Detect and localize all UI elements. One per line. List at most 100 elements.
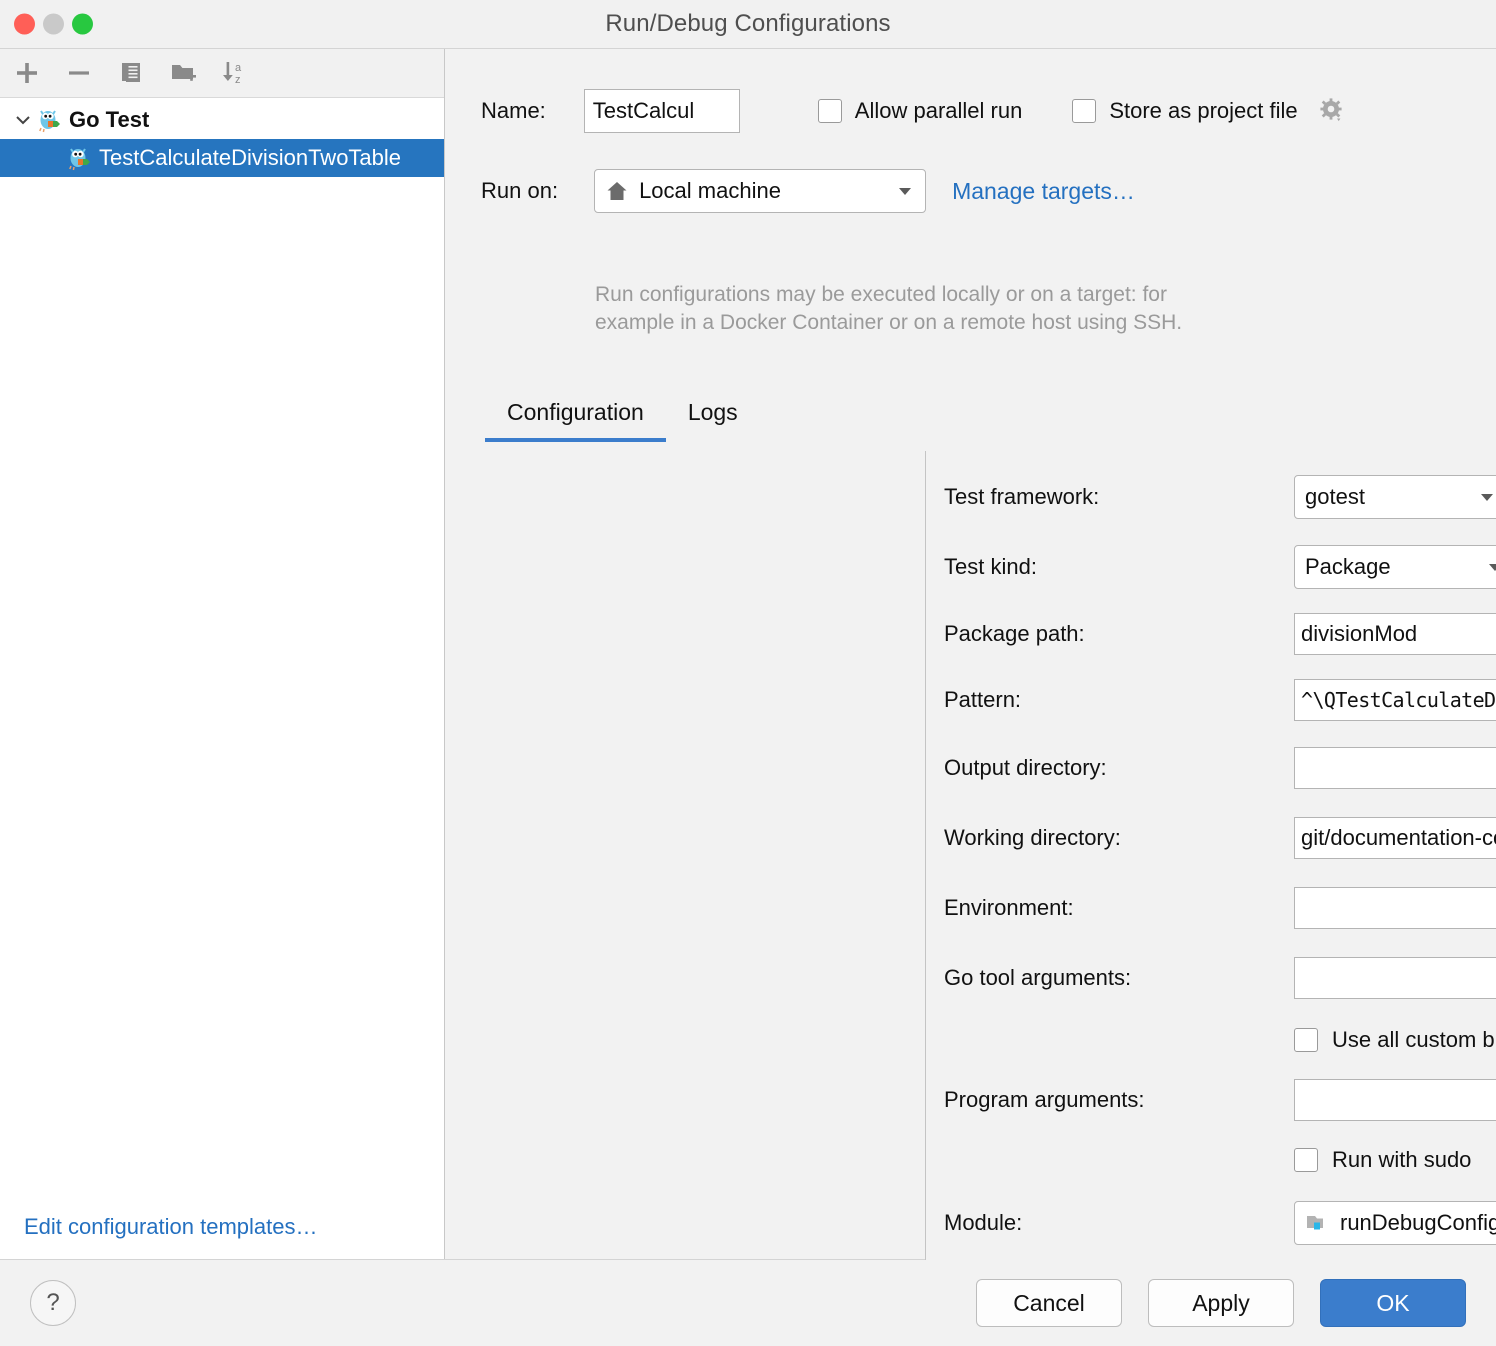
- name-row: Name: TestCalcul Allow parallel run Stor…: [481, 89, 1347, 133]
- test-framework-dropdown[interactable]: gotest: [1294, 475, 1496, 519]
- use-all-custom-build-tags-checkbox[interactable]: [1294, 1028, 1318, 1052]
- dialog-footer: ? Cancel Apply OK: [0, 1260, 1496, 1346]
- tree-item-test-calculate-division-two-table[interactable]: TestCalculateDivisionTwoTable: [0, 139, 444, 177]
- output-directory-label: Output directory:: [944, 755, 1294, 781]
- svg-text:z: z: [235, 74, 241, 86]
- apply-button-label: Apply: [1192, 1290, 1250, 1317]
- tab-logs[interactable]: Logs: [666, 391, 760, 442]
- store-as-project-file-checkbox-row[interactable]: Store as project file: [1072, 96, 1346, 126]
- run-on-row: Run on: Local machine Manage targets…: [481, 169, 1135, 213]
- configurations-pane: a z: [0, 49, 445, 1259]
- pattern-value: ^\QTestCalculateDivisionTwoTable\E$: [1301, 688, 1496, 712]
- apply-button[interactable]: Apply: [1148, 1279, 1294, 1327]
- close-window-button[interactable]: [14, 14, 35, 35]
- environment-input[interactable]: [1294, 887, 1496, 929]
- copy-configuration-button[interactable]: [116, 58, 146, 88]
- output-directory-input[interactable]: [1294, 747, 1496, 789]
- configurations-tree[interactable]: Go Test: [0, 98, 444, 1195]
- test-kind-value: Package: [1305, 554, 1391, 580]
- chevron-down-icon[interactable]: [1477, 487, 1496, 507]
- module-dropdown[interactable]: runDebugConfigurationsForTests: [1294, 1201, 1496, 1245]
- allow-parallel-run-checkbox-row[interactable]: Allow parallel run: [818, 98, 1023, 124]
- go-tool-arguments-input[interactable]: [1294, 957, 1496, 999]
- environment-label: Environment:: [944, 895, 1294, 921]
- chevron-down-icon[interactable]: [1485, 557, 1496, 577]
- go-tool-arguments-label: Go tool arguments:: [944, 965, 1294, 991]
- cancel-button[interactable]: Cancel: [976, 1279, 1122, 1327]
- remove-configuration-button[interactable]: [64, 58, 94, 88]
- allow-parallel-run-checkbox[interactable]: [818, 99, 842, 123]
- run-on-hint-line1: Run configurations may be executed local…: [595, 281, 1295, 309]
- test-kind-label: Test kind:: [944, 554, 1294, 580]
- chevron-down-icon[interactable]: [10, 110, 36, 130]
- dialog-body: a z: [0, 49, 1496, 1260]
- package-path-value: divisionMod: [1301, 621, 1496, 647]
- manage-targets-link[interactable]: Manage targets…: [952, 178, 1135, 205]
- pattern-label: Pattern:: [944, 687, 1294, 713]
- sort-az-icon[interactable]: a z: [220, 58, 250, 88]
- tab-logs-label: Logs: [688, 399, 738, 425]
- module-folder-icon: [1305, 1210, 1331, 1236]
- go-gopher-icon: [66, 145, 92, 171]
- chevron-down-icon[interactable]: [879, 181, 915, 201]
- run-with-sudo-row[interactable]: Run with sudo: [1294, 1147, 1471, 1173]
- tab-configuration[interactable]: Configuration: [485, 391, 666, 442]
- program-arguments-input[interactable]: [1294, 1079, 1496, 1121]
- pattern-row: Pattern: ^\QTestCalculateDivisionTwoTabl…: [944, 679, 1496, 721]
- use-all-custom-build-tags-label: Use all custom build tags: [1332, 1027, 1496, 1053]
- pattern-input[interactable]: ^\QTestCalculateDivisionTwoTable\E$: [1294, 679, 1496, 721]
- left-pane-footer: Edit configuration templates…: [0, 1195, 444, 1259]
- program-arguments-label: Program arguments:: [944, 1087, 1294, 1113]
- tab-configuration-label: Configuration: [507, 399, 644, 425]
- name-input[interactable]: TestCalcul: [584, 89, 740, 133]
- module-value: runDebugConfigurationsForTests: [1340, 1210, 1496, 1236]
- add-configuration-button[interactable]: [12, 58, 42, 88]
- name-input-value: TestCalcul: [593, 98, 694, 124]
- help-button[interactable]: ?: [30, 1280, 76, 1326]
- gear-dropdown-icon[interactable]: [1317, 96, 1347, 126]
- run-on-value: Local machine: [639, 178, 781, 204]
- working-directory-input[interactable]: git/documentation-code-examples/runDeb: [1294, 817, 1496, 859]
- working-directory-value: git/documentation-code-examples/runDeb: [1301, 825, 1496, 851]
- run-on-dropdown[interactable]: Local machine: [594, 169, 926, 213]
- window-title: Run/Debug Configurations: [605, 10, 890, 38]
- test-framework-label: Test framework:: [944, 484, 1294, 510]
- store-as-project-file-checkbox[interactable]: [1072, 99, 1096, 123]
- window-controls: [14, 14, 93, 35]
- ok-button[interactable]: OK: [1320, 1279, 1466, 1327]
- run-with-sudo-checkbox[interactable]: [1294, 1148, 1318, 1172]
- svg-text:a: a: [235, 62, 242, 74]
- dialog-action-buttons: Cancel Apply OK: [976, 1279, 1466, 1327]
- tree-group-go-test[interactable]: Go Test: [0, 101, 444, 139]
- go-gopher-icon: [36, 107, 62, 133]
- package-path-input[interactable]: divisionMod: [1294, 613, 1496, 655]
- configuration-panel: Test framework: gotest Test kind: Packag…: [925, 451, 1496, 1269]
- test-kind-row: Test kind: Package: [944, 545, 1496, 589]
- package-path-row: Package path: divisionMod: [944, 613, 1496, 655]
- title-bar: Run/Debug Configurations: [0, 0, 1496, 49]
- folder-add-icon[interactable]: [168, 58, 198, 88]
- test-framework-value: gotest: [1305, 484, 1365, 510]
- use-all-custom-build-tags-row[interactable]: Use all custom build tags: [1294, 1027, 1496, 1053]
- minimize-window-button[interactable]: [43, 14, 64, 35]
- help-button-label: ?: [46, 1289, 59, 1317]
- run-debug-configurations-dialog: Run/Debug Configurations: [0, 0, 1496, 1346]
- working-directory-label: Working directory:: [944, 825, 1294, 851]
- allow-parallel-run-label: Allow parallel run: [855, 98, 1023, 124]
- package-path-label: Package path:: [944, 621, 1294, 647]
- home-icon: [605, 179, 629, 203]
- store-as-project-file-label: Store as project file: [1109, 98, 1297, 124]
- run-on-label: Run on:: [481, 178, 558, 204]
- module-row: Module: runDebugConfigurationsForTests: [944, 1201, 1496, 1245]
- editor-tabs: Configuration Logs: [485, 391, 760, 442]
- run-on-hint: Run configurations may be executed local…: [595, 281, 1295, 338]
- configurations-toolbar: a z: [0, 49, 444, 98]
- test-kind-dropdown[interactable]: Package: [1294, 545, 1496, 589]
- zoom-window-button[interactable]: [72, 14, 93, 35]
- configuration-editor-pane: Name: TestCalcul Allow parallel run Stor…: [445, 49, 1496, 1259]
- run-with-sudo-label: Run with sudo: [1332, 1147, 1471, 1173]
- name-label: Name:: [481, 98, 546, 124]
- tree-item-label: TestCalculateDivisionTwoTable: [99, 145, 401, 171]
- edit-configuration-templates-link[interactable]: Edit configuration templates…: [24, 1214, 318, 1240]
- tree-item-label: Go Test: [69, 107, 149, 133]
